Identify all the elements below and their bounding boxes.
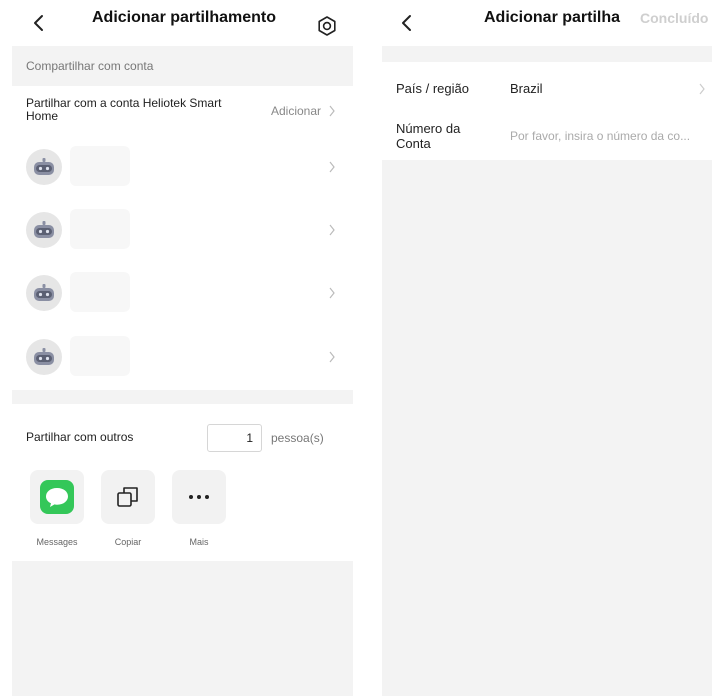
people-unit-label: pessoa(s) xyxy=(271,431,324,445)
settings-icon[interactable] xyxy=(316,15,338,37)
account-list: Partilhar com a conta Heliotek Smart Hom… xyxy=(12,86,353,390)
more-label: Mais xyxy=(189,537,209,547)
chevron-right-icon xyxy=(329,224,335,236)
add-sharing-screen: Adicionar partilhamento Compartilhar com… xyxy=(12,0,353,696)
share-app-account-label: Partilhar com a conta Heliotek Smart Hom… xyxy=(26,96,222,123)
messages-icon xyxy=(40,480,74,514)
country-row[interactable]: País / região Brazil xyxy=(382,62,712,110)
section-label: Compartilhar com conta xyxy=(12,46,353,78)
share-with-others-label: Partilhar com outros xyxy=(26,430,134,444)
left-navbar: Adicionar partilhamento xyxy=(12,0,353,46)
redacted-account-name xyxy=(70,272,130,312)
people-count-input[interactable]: 1 xyxy=(207,424,262,452)
more-button[interactable] xyxy=(172,470,226,524)
account-row[interactable] xyxy=(12,136,353,198)
back-arrow-icon[interactable] xyxy=(28,12,50,34)
copy-icon xyxy=(117,487,138,507)
robot-avatar-icon xyxy=(26,275,62,311)
more-icon xyxy=(189,495,209,499)
account-number-row: Número da Conta Por favor, insira o núme… xyxy=(382,110,712,160)
copy-button[interactable] xyxy=(101,470,155,524)
robot-avatar-icon xyxy=(26,212,62,248)
redacted-account-name xyxy=(70,209,130,249)
page-title: Adicionar partilhamento xyxy=(92,9,277,26)
redacted-account-name xyxy=(70,146,130,186)
share-with-others-panel: Partilhar com outros 1 pessoa(s) Message… xyxy=(12,404,353,561)
robot-avatar-icon xyxy=(26,339,62,375)
redacted-account-name xyxy=(70,336,130,376)
share-form: País / região Brazil Número da Conta Por… xyxy=(382,62,712,160)
back-arrow-icon[interactable] xyxy=(396,12,418,34)
chevron-right-icon xyxy=(329,351,335,363)
right-navbar: Adicionar partilha Concluído xyxy=(382,0,712,46)
add-link[interactable]: Adicionar xyxy=(271,104,321,118)
account-number-label: Número da Conta xyxy=(396,121,461,151)
messages-button[interactable] xyxy=(30,470,84,524)
page-title: Adicionar partilha xyxy=(484,9,621,26)
account-row[interactable] xyxy=(12,199,353,261)
chevron-right-icon xyxy=(329,287,335,299)
share-app-account-row[interactable]: Partilhar com a conta Heliotek Smart Hom… xyxy=(12,86,353,134)
chevron-right-icon xyxy=(699,83,705,95)
chevron-right-icon xyxy=(329,161,335,173)
add-share-screen: Adicionar partilha Concluído País / regi… xyxy=(382,0,712,696)
messages-label: Messages xyxy=(36,537,78,547)
done-button[interactable]: Concluído xyxy=(640,0,708,46)
account-number-input[interactable]: Por favor, insira o número da co... xyxy=(510,129,690,143)
account-row[interactable] xyxy=(12,262,353,324)
copy-label: Copiar xyxy=(114,537,142,547)
robot-avatar-icon xyxy=(26,149,62,185)
country-value: Brazil xyxy=(510,81,543,96)
account-row[interactable] xyxy=(12,326,353,388)
country-label: País / região xyxy=(396,81,469,96)
chevron-right-icon xyxy=(329,105,335,117)
